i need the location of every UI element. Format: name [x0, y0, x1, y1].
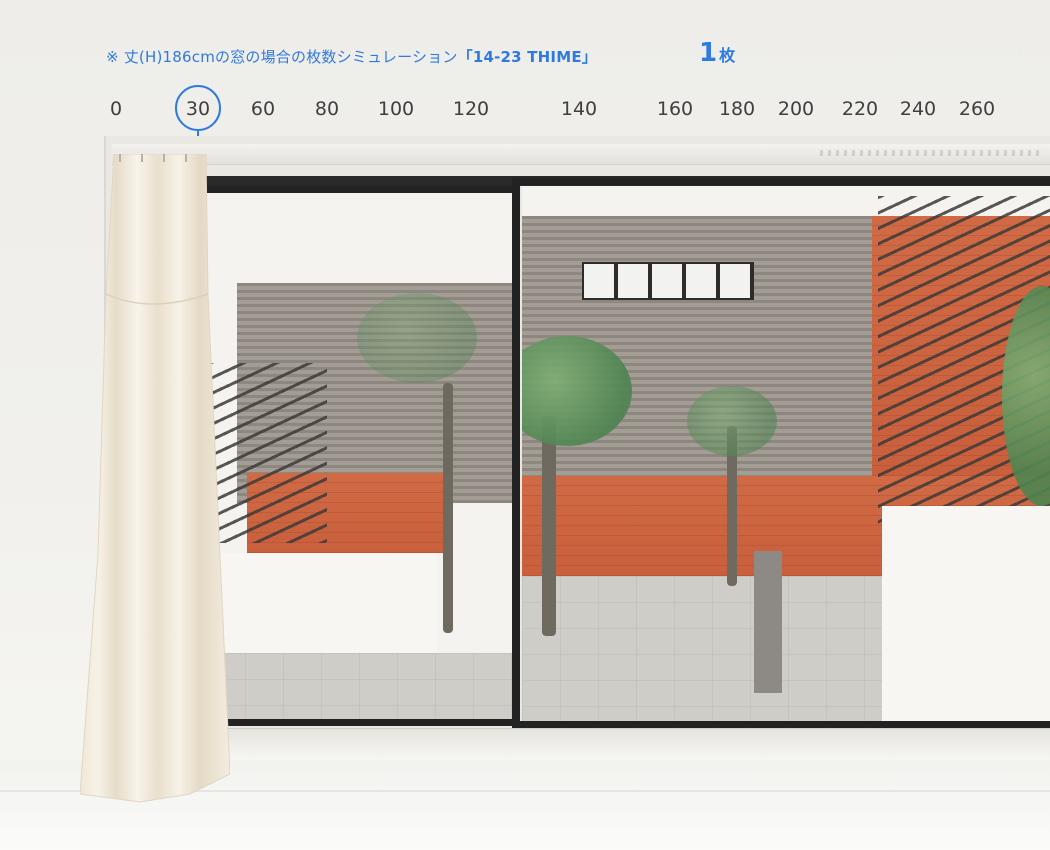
- ruler-tick[interactable]: 200: [778, 98, 814, 120]
- ruler-tick[interactable]: 140: [561, 98, 597, 120]
- simulation-stage: ※ 丈(H)186cmの窓の場合の枚数シミュレーション 「14-23 THIME…: [0, 0, 1050, 850]
- simulation-caption: ※ 丈(H)186cmの窓の場合の枚数シミュレーション 「14-23 THIME…: [106, 46, 597, 68]
- sliding-sash-left: [200, 186, 520, 726]
- ruler-tick[interactable]: 100: [378, 98, 414, 120]
- sliding-sash-right: [512, 178, 1050, 728]
- curtain-panel: [79, 152, 231, 806]
- panel-count: 1 枚: [699, 38, 735, 68]
- ruler-tick[interactable]: 260: [959, 98, 995, 120]
- window-sill: [200, 728, 1050, 759]
- ruler-tick[interactable]: 160: [657, 98, 693, 120]
- rail-runners: [820, 150, 1040, 156]
- ruler-tick[interactable]: 80: [315, 98, 339, 120]
- panel-count-value: 1: [699, 38, 718, 68]
- panel-count-unit: 枚: [719, 46, 736, 65]
- product-name: 「14-23 THIME」: [457, 48, 597, 66]
- caption-text: ※ 丈(H)186cmの窓の場合の枚数シミュレーション: [106, 48, 458, 66]
- ruler-tick[interactable]: 0: [110, 98, 122, 120]
- selected-width-marker[interactable]: [175, 85, 221, 131]
- ruler-tick[interactable]: 240: [900, 98, 936, 120]
- ruler-tick[interactable]: 180: [719, 98, 755, 120]
- ruler-tick[interactable]: 120: [453, 98, 489, 120]
- ruler-tick[interactable]: 220: [842, 98, 878, 120]
- ruler-tick[interactable]: 60: [251, 98, 275, 120]
